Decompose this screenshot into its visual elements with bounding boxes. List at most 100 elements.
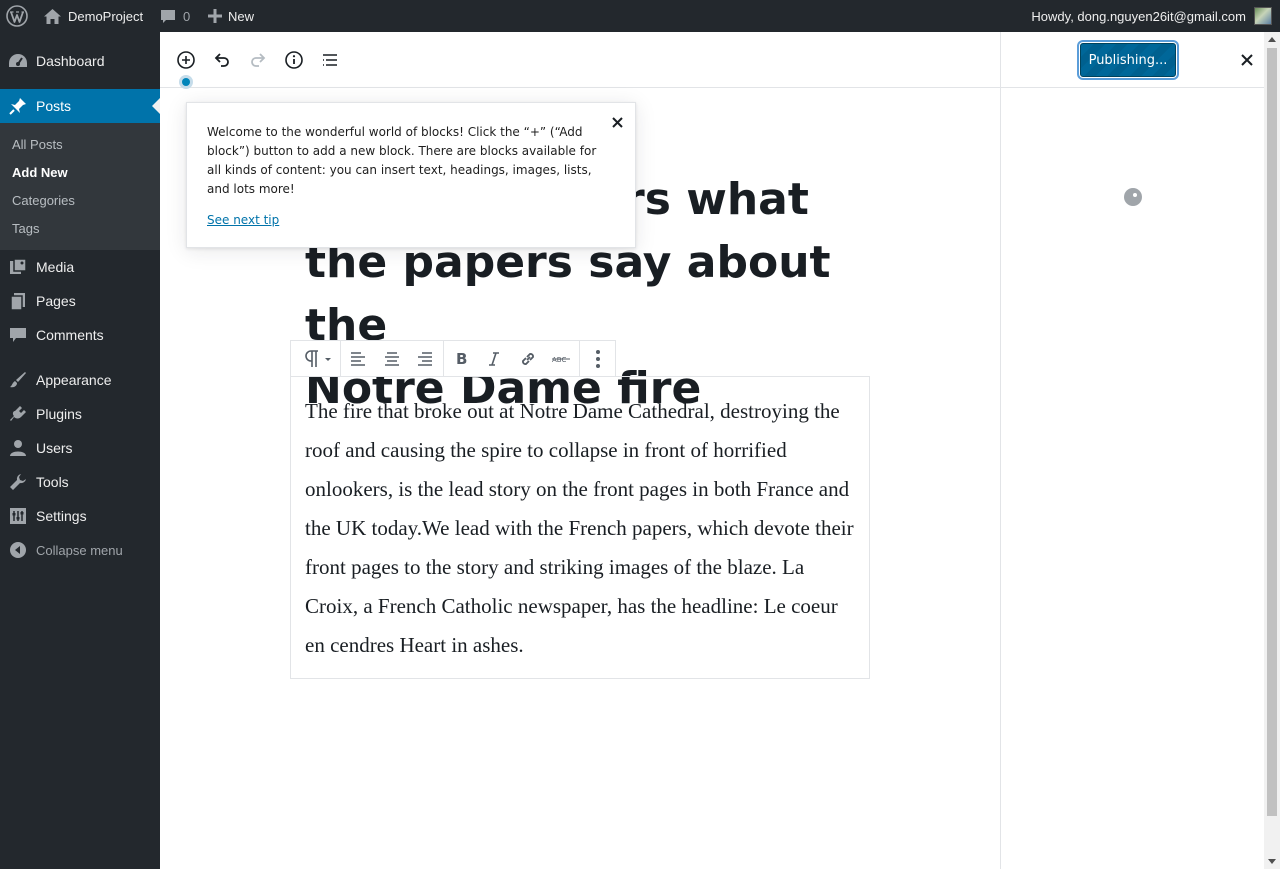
- align-center-icon: [385, 352, 399, 366]
- redo-button[interactable]: [246, 48, 270, 72]
- collapse-menu-button[interactable]: Collapse menu: [0, 533, 160, 567]
- admin-bar: DemoProject 0 New Howdy, dong.nguyen26it…: [0, 0, 1280, 32]
- site-name: DemoProject: [68, 8, 144, 24]
- sidebar-item-label: Posts: [36, 98, 72, 114]
- sidebar-item-label: Comments: [36, 327, 104, 343]
- howdy-user-link[interactable]: Howdy, dong.nguyen26it@gmail.com: [1031, 0, 1246, 32]
- plus-circle-icon: [177, 51, 195, 69]
- align-right-icon: [418, 352, 432, 366]
- dashboard-icon: [9, 54, 27, 67]
- close-icon: [611, 116, 623, 128]
- more-options-button[interactable]: [586, 347, 610, 371]
- link-button[interactable]: [516, 347, 540, 371]
- alignment-group: [341, 341, 444, 377]
- plugin-icon: [10, 406, 26, 421]
- sidebar-item-settings[interactable]: Settings: [0, 499, 160, 533]
- scroll-thumb[interactable]: [1267, 48, 1277, 816]
- link-icon: [522, 353, 534, 365]
- submenu-categories[interactable]: Categories: [12, 193, 75, 208]
- page-scrollbar[interactable]: [1264, 32, 1280, 869]
- submenu-tags[interactable]: Tags: [12, 221, 39, 236]
- settings-sidebar-header: Publishing...: [1000, 32, 1264, 88]
- tip-close-button[interactable]: [608, 113, 626, 131]
- svg-text:B: B: [456, 351, 467, 367]
- comments-icon: [10, 328, 26, 342]
- content-structure-button[interactable]: [282, 48, 306, 72]
- formatting-group: B ABC: [444, 341, 580, 377]
- submenu-add-new[interactable]: Add New: [12, 165, 68, 180]
- block-toolbar: B ABC: [290, 340, 616, 377]
- comment-bubble-icon: [161, 9, 175, 23]
- site-name-link[interactable]: DemoProject: [44, 0, 143, 32]
- comments-count: 0: [183, 8, 191, 24]
- sidebar-item-plugins[interactable]: Plugins: [0, 397, 160, 431]
- align-center-button[interactable]: [380, 347, 404, 371]
- brush-icon: [10, 372, 26, 388]
- submenu-all-posts[interactable]: All Posts: [12, 137, 63, 152]
- tip-indicator-dot[interactable]: [179, 75, 193, 89]
- avatar[interactable]: [1254, 7, 1272, 25]
- kebab-menu-icon: [596, 350, 600, 368]
- close-settings-button[interactable]: [1237, 50, 1257, 70]
- collapse-menu-label: Collapse menu: [36, 542, 123, 558]
- loading-spinner-icon: [1124, 188, 1142, 206]
- scroll-up-arrow-icon[interactable]: [1268, 37, 1276, 42]
- home-icon: [44, 8, 61, 24]
- sidebar-item-dashboard[interactable]: Dashboard: [0, 44, 160, 78]
- title-visible-fragment: rs what: [623, 174, 809, 225]
- new-content-link[interactable]: New: [208, 0, 254, 32]
- block-navigation-button[interactable]: [318, 48, 342, 72]
- new-label: New: [228, 8, 255, 24]
- users-icon: [10, 440, 26, 456]
- paragraph-block[interactable]: The fire that broke out at Notre Dame Ca…: [290, 376, 870, 679]
- sidebar-item-label: Plugins: [36, 406, 82, 422]
- sidebar-item-media[interactable]: Media: [0, 250, 160, 284]
- bold-icon: B: [456, 351, 467, 367]
- welcome-tip-popover: Welcome to the wonderful world of blocks…: [186, 102, 636, 248]
- list-outline-icon: [323, 54, 337, 66]
- settings-icon: [10, 508, 26, 524]
- sidebar-item-users[interactable]: Users: [0, 431, 160, 465]
- sidebar-item-pages[interactable]: Pages: [0, 284, 160, 318]
- align-right-button[interactable]: [413, 347, 437, 371]
- sidebar-item-label: Pages: [36, 293, 76, 309]
- scroll-down-arrow-icon[interactable]: [1268, 859, 1276, 864]
- plus-icon: [208, 9, 222, 23]
- strikethrough-button[interactable]: ABC: [549, 347, 573, 371]
- sidebar-item-tools[interactable]: Tools: [0, 465, 160, 499]
- close-icon: [1241, 54, 1253, 66]
- sidebar-item-label: Media: [36, 259, 75, 275]
- collapse-arrow-icon: [10, 542, 26, 558]
- sidebar-item-label: Dashboard: [36, 53, 105, 69]
- publish-button[interactable]: Publishing...: [1080, 43, 1176, 77]
- add-block-button[interactable]: [174, 48, 198, 72]
- align-left-button[interactable]: [346, 347, 370, 371]
- paragraph-icon: [305, 350, 331, 367]
- admin-sidebar: Dashboard Posts All Posts Add New Catego…: [0, 32, 160, 869]
- undo-button[interactable]: [210, 48, 234, 72]
- media-icon: [10, 258, 27, 274]
- block-type-switcher[interactable]: [299, 347, 335, 371]
- strikethrough-icon: ABC: [552, 356, 570, 364]
- sidebar-item-comments[interactable]: Comments: [0, 318, 160, 352]
- paragraph-text[interactable]: The fire that broke out at Notre Dame Ca…: [305, 392, 855, 665]
- italic-icon: [489, 352, 499, 366]
- pin-icon: [9, 98, 26, 115]
- more-options-group: [580, 341, 616, 377]
- align-left-icon: [351, 352, 365, 366]
- tip-text: Welcome to the wonderful world of blocks…: [207, 125, 597, 196]
- comments-link[interactable]: 0: [160, 0, 190, 32]
- editor-header-toolbar: [160, 32, 1000, 88]
- sidebar-item-label: Users: [36, 440, 73, 456]
- sidebar-item-appearance[interactable]: Appearance: [0, 363, 160, 397]
- wordpress-logo-icon[interactable]: [6, 0, 28, 32]
- sidebar-item-label: Settings: [36, 508, 87, 524]
- sidebar-item-label: Appearance: [36, 372, 112, 388]
- see-next-tip-link[interactable]: See next tip: [207, 213, 279, 227]
- undo-icon: [214, 53, 229, 67]
- italic-button[interactable]: [482, 347, 506, 371]
- title-line-2: the papers say about the: [305, 237, 831, 351]
- bold-button[interactable]: B: [449, 347, 473, 371]
- sidebar-item-posts[interactable]: Posts: [0, 89, 160, 123]
- wrench-icon: [10, 474, 26, 490]
